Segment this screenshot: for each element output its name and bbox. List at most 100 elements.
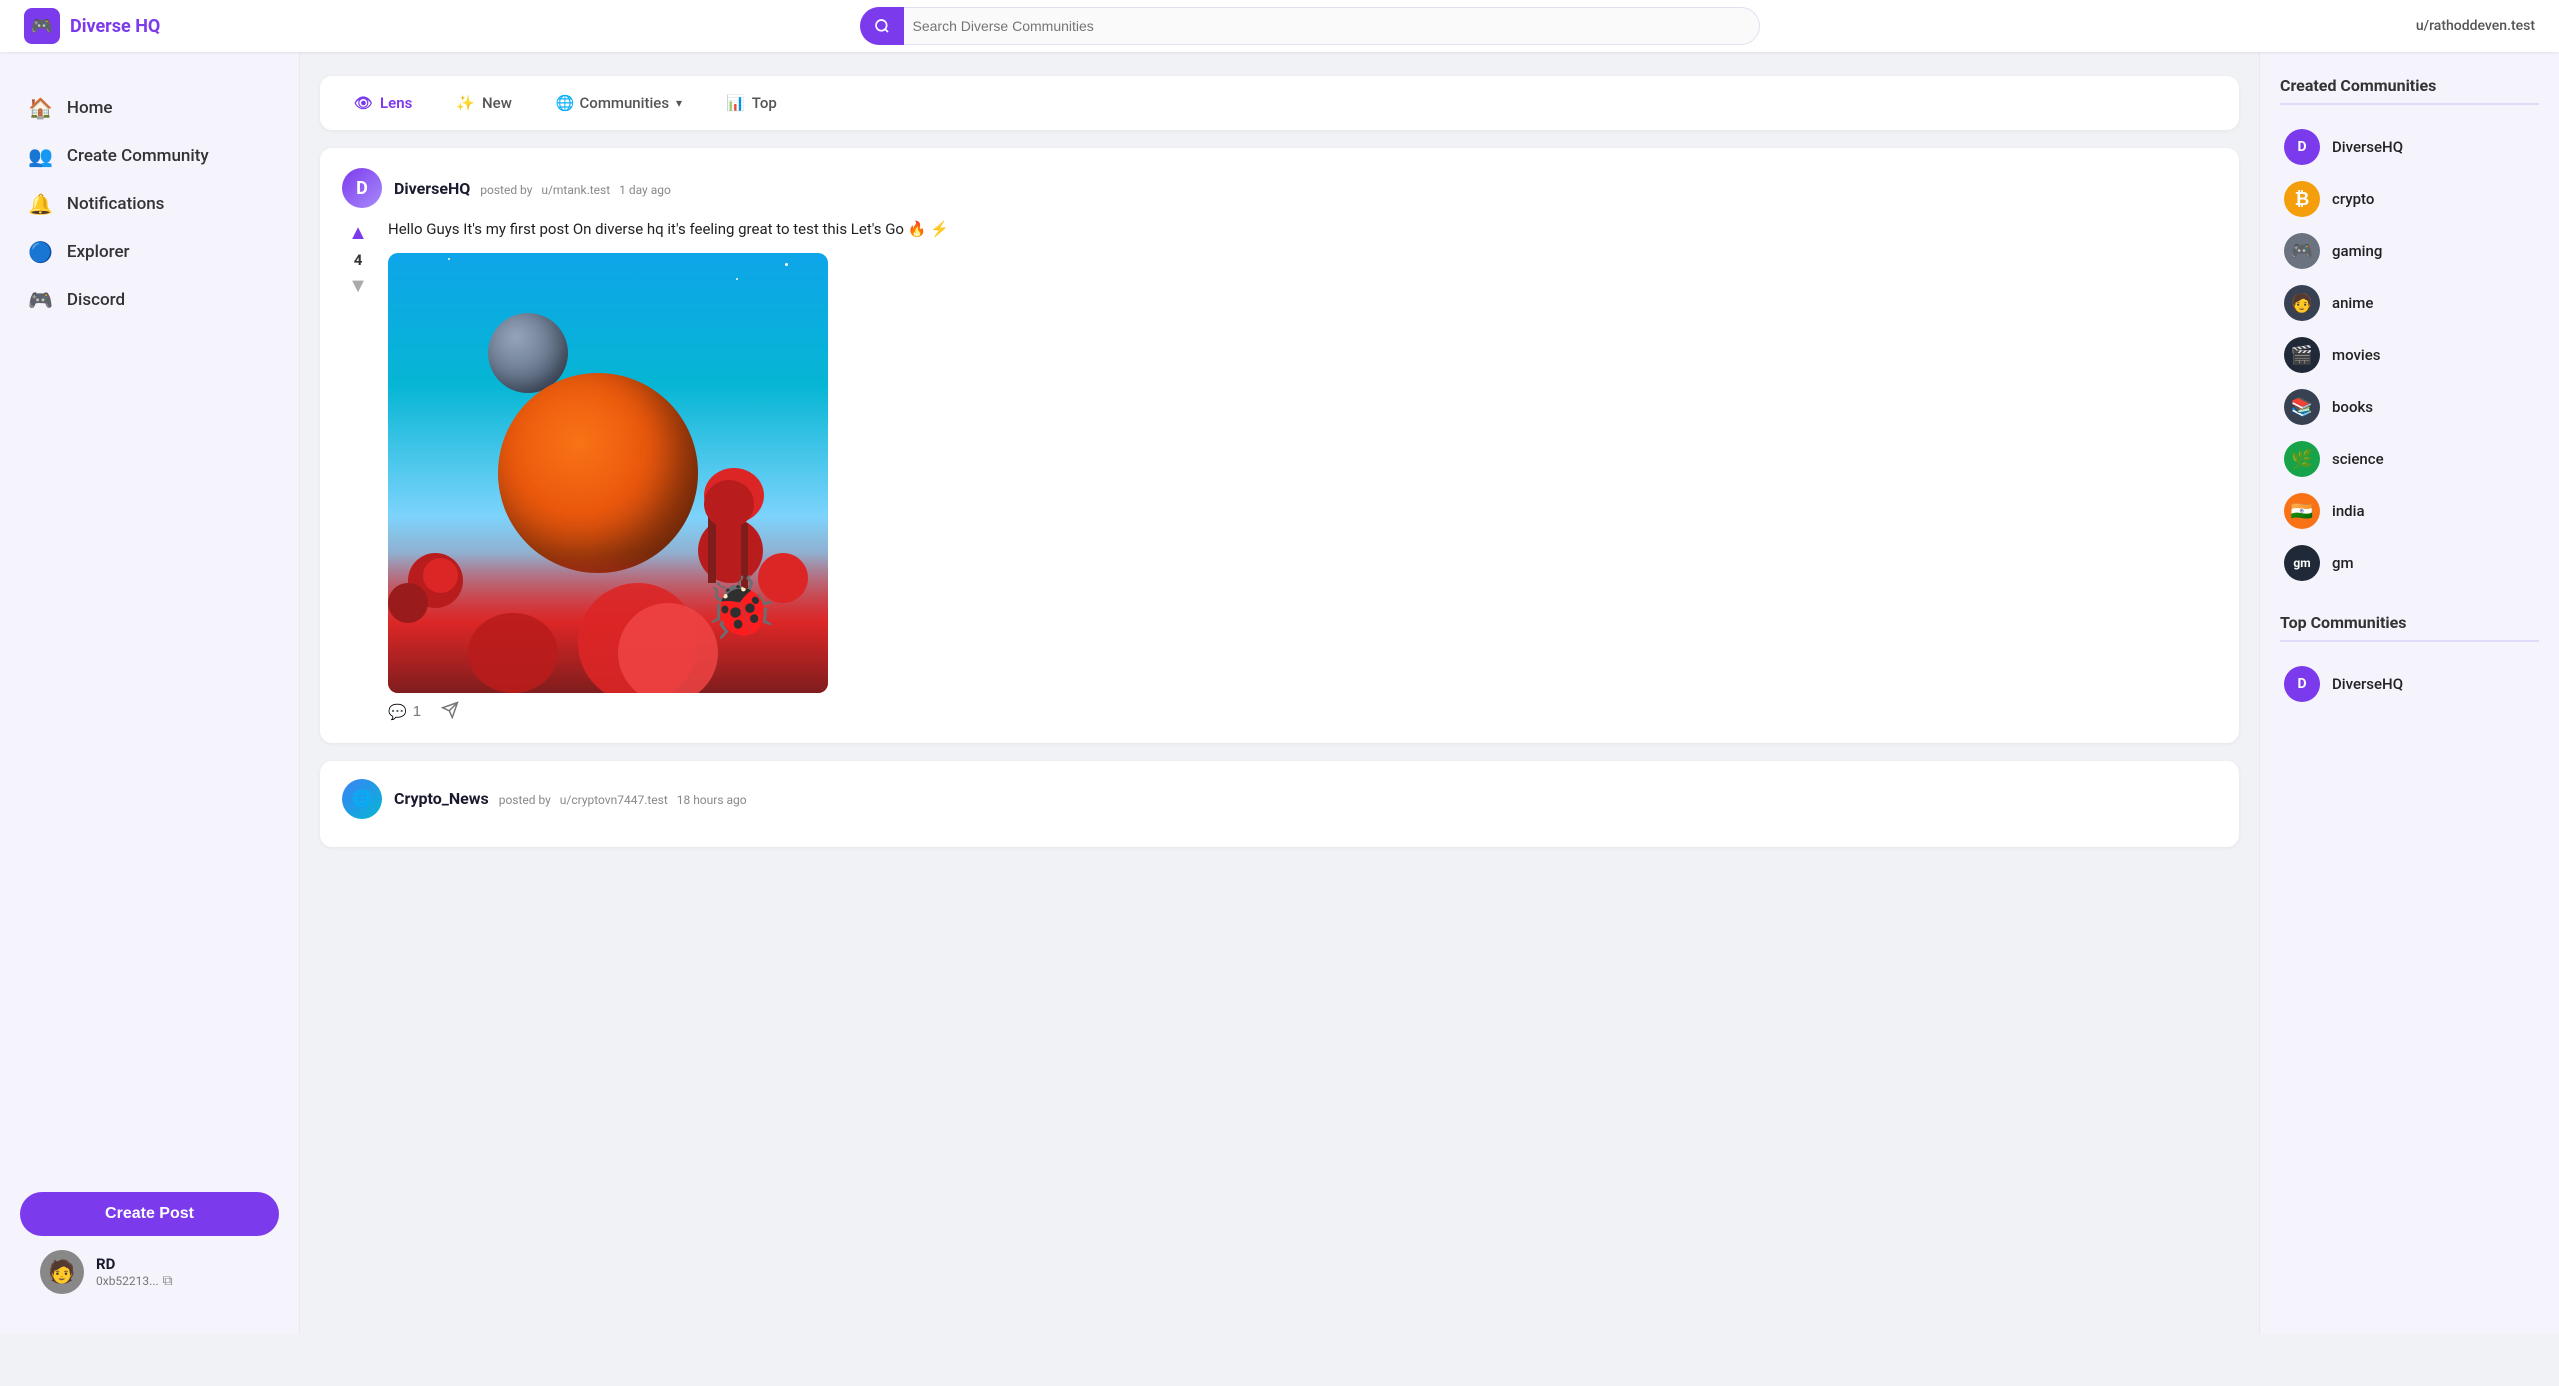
notifications-icon: 🔔 bbox=[28, 192, 53, 216]
upvote-button[interactable]: ▲ bbox=[346, 220, 370, 247]
community-name-anime: anime bbox=[2332, 294, 2373, 312]
community-avatar-crypto: ₿ bbox=[2284, 181, 2320, 217]
comment-count: 1 bbox=[413, 703, 421, 720]
tab-new-label: New bbox=[482, 94, 512, 112]
comment-icon: 💬 bbox=[388, 703, 407, 721]
community-name-crypto: crypto bbox=[2332, 190, 2374, 208]
sidebar-label-explorer: Explorer bbox=[67, 242, 130, 262]
share-icon bbox=[441, 701, 459, 723]
sidebar-item-explorer[interactable]: 🔵 Explorer bbox=[0, 228, 299, 276]
sidebar-label-create-community: Create Community bbox=[67, 146, 209, 166]
community-name-movies: movies bbox=[2332, 346, 2381, 364]
tab-new[interactable]: ✨ New bbox=[438, 86, 530, 120]
avatar: 🧑 bbox=[40, 1250, 84, 1294]
communities-icon: 🌐 bbox=[556, 94, 575, 112]
copy-address-icon[interactable]: ⧉ bbox=[163, 1273, 173, 1289]
tab-top-label: Top bbox=[752, 94, 777, 112]
post-time-2: 18 hours ago bbox=[677, 793, 747, 807]
post-actions: 💬 1 bbox=[388, 701, 2217, 723]
post-community-name[interactable]: DiverseHQ bbox=[394, 179, 470, 198]
user-bar: 🧑 RD 0xb52213... ⧉ bbox=[20, 1236, 279, 1294]
top-communities-section: Top Communities D DiverseHQ bbox=[2280, 613, 2539, 710]
post-community-avatar: D bbox=[342, 168, 382, 208]
post-image: 🐞 bbox=[388, 253, 828, 693]
vote-count: 4 bbox=[354, 251, 363, 269]
post-card-2: 🌐 Crypto_News posted by u/cryptovn7447.t… bbox=[320, 761, 2239, 847]
logo-text: Diverse HQ bbox=[70, 16, 160, 37]
discord-icon: 🎮 bbox=[28, 288, 53, 312]
community-item-gm[interactable]: gm gm bbox=[2280, 537, 2539, 589]
vote-section: ▲ 4 ▼ bbox=[342, 218, 374, 723]
top-icon: 📊 bbox=[726, 94, 745, 112]
community-avatar-science: 🌿 bbox=[2284, 441, 2320, 477]
chevron-down-icon: ▾ bbox=[676, 96, 682, 110]
sidebar-item-home[interactable]: 🏠 Home bbox=[0, 84, 299, 132]
tab-communities[interactable]: 🌐 Communities ▾ bbox=[538, 86, 700, 120]
top-navigation: 🎮 Diverse HQ u/rathoddeven.test bbox=[0, 0, 2559, 52]
community-item-india[interactable]: 🇮🇳 india bbox=[2280, 485, 2539, 537]
post-meta: DiverseHQ posted by u/mtank.test 1 day a… bbox=[394, 179, 2217, 198]
user-address: 0xb52213... ⧉ bbox=[96, 1273, 259, 1289]
search-button[interactable] bbox=[860, 7, 904, 45]
sidebar-nav: 🏠 Home 👥 Create Community 🔔 Notification… bbox=[0, 76, 299, 1176]
tab-top[interactable]: 📊 Top bbox=[708, 86, 795, 120]
sidebar-item-notifications[interactable]: 🔔 Notifications bbox=[0, 180, 299, 228]
logo[interactable]: 🎮 Diverse HQ bbox=[24, 8, 284, 44]
community-avatar-movies: 🎬 bbox=[2284, 337, 2320, 373]
community-name-science: science bbox=[2332, 450, 2384, 468]
sidebar-left: 🏠 Home 👥 Create Community 🔔 Notification… bbox=[0, 52, 300, 1334]
top-communities-title: Top Communities bbox=[2280, 613, 2539, 642]
create-post-button[interactable]: Create Post bbox=[20, 1192, 279, 1236]
community-item-movies[interactable]: 🎬 movies bbox=[2280, 329, 2539, 381]
user-info: RD 0xb52213... ⧉ bbox=[96, 1255, 259, 1289]
logo-icon: 🎮 bbox=[24, 8, 60, 44]
share-button[interactable] bbox=[441, 701, 459, 723]
create-community-icon: 👥 bbox=[28, 144, 53, 168]
post-header-2: 🌐 Crypto_News posted by u/cryptovn7447.t… bbox=[342, 779, 2217, 819]
tab-communities-label: Communities bbox=[580, 94, 670, 112]
community-avatar-diversehq: D bbox=[2284, 129, 2320, 165]
post-header: D DiverseHQ posted by u/mtank.test 1 day… bbox=[342, 168, 2217, 208]
sidebar-item-create-community[interactable]: 👥 Create Community bbox=[0, 132, 299, 180]
post-author: u/mtank.test bbox=[541, 183, 610, 197]
community-name-gaming: gaming bbox=[2332, 242, 2382, 260]
community-item-gaming[interactable]: 🎮 gaming bbox=[2280, 225, 2539, 277]
post-community-name-2[interactable]: Crypto_News bbox=[394, 789, 489, 808]
sidebar-bottom: Create Post 🧑 RD 0xb52213... ⧉ bbox=[0, 1176, 299, 1310]
lens-icon: 👁 bbox=[354, 94, 373, 112]
search-input[interactable] bbox=[860, 7, 1760, 45]
comment-button[interactable]: 💬 1 bbox=[388, 703, 421, 721]
sidebar-item-discord[interactable]: 🎮 Discord bbox=[0, 276, 299, 324]
community-avatar-india: 🇮🇳 bbox=[2284, 493, 2320, 529]
community-item-diversehq[interactable]: D DiverseHQ bbox=[2280, 121, 2539, 173]
community-item-books[interactable]: 📚 books bbox=[2280, 381, 2539, 433]
sidebar-label-notifications: Notifications bbox=[67, 194, 165, 214]
sidebar-label-home: Home bbox=[67, 98, 113, 118]
community-avatar-gaming: 🎮 bbox=[2284, 233, 2320, 269]
post-text: Hello Guys It's my first post On diverse… bbox=[388, 218, 2217, 241]
community-item-diversehq-top[interactable]: D DiverseHQ bbox=[2280, 658, 2539, 710]
community-avatar-diversehq-top: D bbox=[2284, 666, 2320, 702]
search-container bbox=[860, 7, 1760, 45]
post-author-2: u/cryptovn7447.test bbox=[560, 793, 668, 807]
tab-lens[interactable]: 👁 Lens bbox=[336, 86, 430, 120]
community-item-crypto[interactable]: ₿ crypto bbox=[2280, 173, 2539, 225]
ladybug: 🐞 bbox=[703, 578, 778, 638]
community-item-anime[interactable]: 🧑 anime bbox=[2280, 277, 2539, 329]
community-avatar-books: 📚 bbox=[2284, 389, 2320, 425]
community-avatar-anime: 🧑 bbox=[2284, 285, 2320, 321]
user-display: u/rathoddeven.test bbox=[2335, 18, 2535, 34]
home-icon: 🏠 bbox=[28, 96, 53, 120]
post-community-avatar-2: 🌐 bbox=[342, 779, 382, 819]
user-name: RD bbox=[96, 1255, 259, 1273]
explorer-icon: 🔵 bbox=[28, 240, 53, 264]
sidebar-right: Created Communities D DiverseHQ ₿ crypto… bbox=[2259, 52, 2559, 1334]
tab-lens-label: Lens bbox=[380, 94, 412, 112]
main-content: 👁 Lens ✨ New 🌐 Communities ▾ 📊 Top D bbox=[300, 52, 2259, 1334]
small-planet bbox=[488, 313, 568, 393]
post-content: Hello Guys It's my first post On diverse… bbox=[388, 218, 2217, 723]
post-time: 1 day ago bbox=[619, 183, 671, 197]
post-submeta-2: posted by u/cryptovn7447.test 18 hours a… bbox=[493, 793, 747, 807]
downvote-button[interactable]: ▼ bbox=[346, 273, 370, 300]
community-item-science[interactable]: 🌿 science bbox=[2280, 433, 2539, 485]
